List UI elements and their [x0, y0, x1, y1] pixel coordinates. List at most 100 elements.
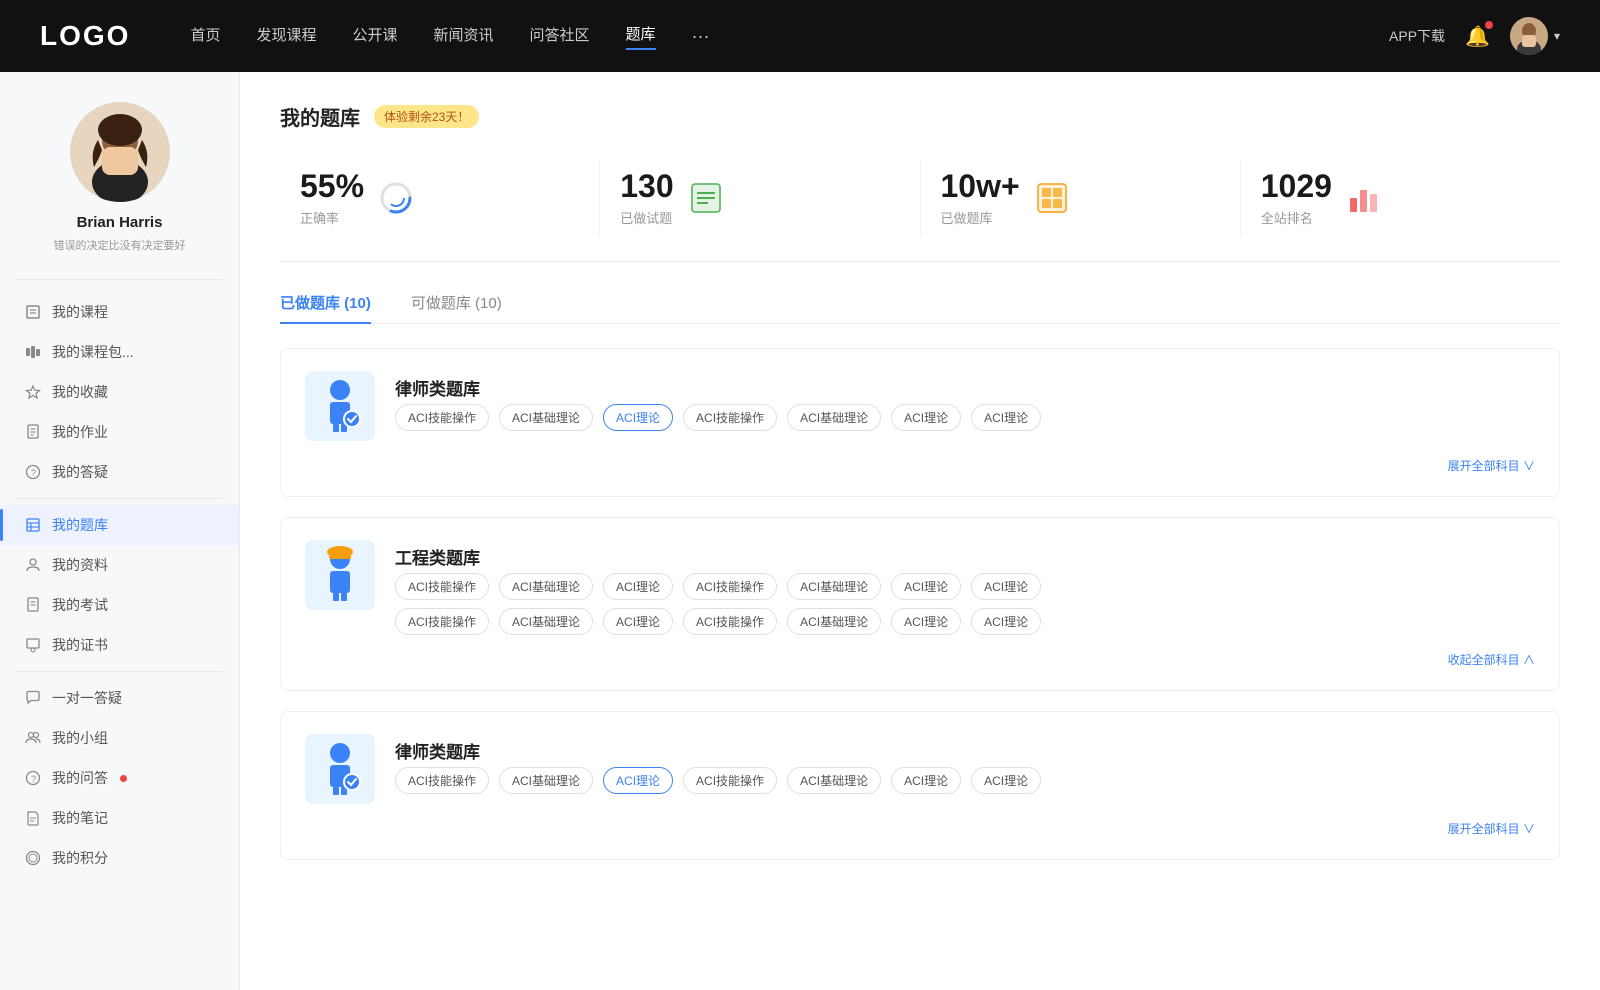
- tab-done-banks[interactable]: 已做题库 (10): [280, 292, 371, 323]
- sidebar-item-my-collection[interactable]: 我的收藏: [0, 372, 239, 412]
- sidebar-label-my-collection: 我的收藏: [52, 382, 108, 402]
- sidebar-label-my-bank: 我的题库: [52, 515, 108, 535]
- tag-law-5[interactable]: ACI理论: [891, 404, 961, 431]
- sidebar-label-my-package: 我的课程包...: [52, 342, 134, 362]
- package-icon: [24, 343, 42, 361]
- collapse-engineering-link[interactable]: 收起全部科目 ∧: [305, 651, 1535, 668]
- tag-eng-r2-2[interactable]: ACI理论: [603, 608, 673, 635]
- sidebar-item-my-cert[interactable]: 我的证书: [0, 625, 239, 665]
- chevron-down-icon: ▾: [1554, 29, 1560, 43]
- sidebar-item-my-bank[interactable]: 我的题库: [0, 505, 239, 545]
- qbank-tags-engineering-r1: ACI技能操作 ACI基础理论 ACI理论 ACI技能操作 ACI基础理论 AC…: [395, 573, 1535, 600]
- sidebar-label-my-info: 我的资料: [52, 555, 108, 575]
- stat-done-value: 130: [620, 169, 673, 204]
- tag-law-0[interactable]: ACI技能操作: [395, 404, 489, 431]
- tag-law-4[interactable]: ACI基础理论: [787, 404, 881, 431]
- main-content: 我的题库 体验剩余23天！ 55% 正确率: [240, 72, 1600, 990]
- nav-open-course[interactable]: 公开课: [352, 24, 397, 49]
- bank-icon: [24, 516, 42, 534]
- sidebar-item-my-info[interactable]: 我的资料: [0, 545, 239, 585]
- sidebar-item-my-package[interactable]: 我的课程包...: [0, 332, 239, 372]
- tag-eng-r2-3[interactable]: ACI技能操作: [683, 608, 777, 635]
- chat-icon: [24, 689, 42, 707]
- sidebar: Brian Harris 错误的决定比没有决定要好 我的课程 我的课程包...: [0, 72, 240, 990]
- nav-menu: 首页 发现课程 公开课 新闻资讯 问答社区 题库 ···: [190, 23, 1389, 50]
- tag-eng-r2-5[interactable]: ACI理论: [891, 608, 961, 635]
- navbar: LOGO 首页 发现课程 公开课 新闻资讯 问答社区 题库 ··· APP下载 …: [0, 0, 1600, 72]
- svg-text:?: ?: [31, 468, 36, 478]
- nav-qa[interactable]: 问答社区: [530, 24, 590, 49]
- sidebar-label-my-points: 我的积分: [52, 848, 108, 868]
- sidebar-menu: 我的课程 我的课程包... 我的收藏 我的作业: [0, 286, 239, 884]
- sidebar-item-my-questions[interactable]: ? 我的问答: [0, 758, 239, 798]
- tag-law2-1[interactable]: ACI基础理论: [499, 767, 593, 794]
- nav-question-bank[interactable]: 题库: [626, 23, 656, 50]
- logo[interactable]: LOGO: [40, 20, 130, 52]
- sidebar-divider-top: [16, 279, 223, 280]
- profile-name: Brian Harris: [77, 214, 163, 231]
- nav-discover[interactable]: 发现课程: [256, 24, 316, 49]
- tag-eng-r2-1[interactable]: ACI基础理论: [499, 608, 593, 635]
- accuracy-chart-icon: [378, 180, 414, 216]
- tag-eng-r2-0[interactable]: ACI技能操作: [395, 608, 489, 635]
- sidebar-item-my-group[interactable]: 我的小组: [0, 718, 239, 758]
- nav-news[interactable]: 新闻资讯: [434, 24, 494, 49]
- sidebar-item-my-qa[interactable]: ? 我的答疑: [0, 452, 239, 492]
- expand-law-link[interactable]: 展开全部科目 ∨: [305, 457, 1535, 474]
- stat-accuracy-label: 正确率: [300, 208, 364, 227]
- sidebar-item-my-points[interactable]: 我的积分: [0, 838, 239, 878]
- sidebar-label-my-group: 我的小组: [52, 728, 108, 748]
- tag-eng-r1-3[interactable]: ACI技能操作: [683, 573, 777, 600]
- notes-icon: [24, 809, 42, 827]
- tag-law2-3[interactable]: ACI技能操作: [683, 767, 777, 794]
- tag-law-1[interactable]: ACI基础理论: [499, 404, 593, 431]
- tag-law2-6[interactable]: ACI理论: [971, 767, 1041, 794]
- stat-ranking: 1029 全站排名: [1241, 159, 1560, 237]
- expand-law2-link[interactable]: 展开全部科目 ∨: [305, 820, 1535, 837]
- tag-eng-r2-4[interactable]: ACI基础理论: [787, 608, 881, 635]
- done-banks-icon: [1034, 180, 1070, 216]
- main-layout: Brian Harris 错误的决定比没有决定要好 我的课程 我的课程包...: [0, 72, 1600, 990]
- qbank-icon-lawyer2: [305, 734, 375, 804]
- sidebar-label-my-homework: 我的作业: [52, 422, 108, 442]
- tag-law-3[interactable]: ACI技能操作: [683, 404, 777, 431]
- app-download-link[interactable]: APP下载: [1389, 26, 1445, 46]
- tag-eng-r1-0[interactable]: ACI技能操作: [395, 573, 489, 600]
- sidebar-item-my-homework[interactable]: 我的作业: [0, 412, 239, 452]
- tag-law-2[interactable]: ACI理论: [603, 404, 673, 431]
- questions-icon: ?: [24, 769, 42, 787]
- tag-eng-r1-1[interactable]: ACI基础理论: [499, 573, 593, 600]
- tag-eng-r1-6[interactable]: ACI理论: [971, 573, 1041, 600]
- tag-law2-2[interactable]: ACI理论: [603, 767, 673, 794]
- sidebar-item-my-course[interactable]: 我的课程: [0, 292, 239, 332]
- tag-law2-5[interactable]: ACI理论: [891, 767, 961, 794]
- nav-more[interactable]: ···: [692, 26, 710, 47]
- tag-eng-r1-4[interactable]: ACI基础理论: [787, 573, 881, 600]
- qbank-header-law2: 律师类题库 ACI技能操作 ACI基础理论 ACI理论 ACI技能操作 ACI基…: [305, 734, 1535, 804]
- notification-bell[interactable]: 🔔: [1465, 24, 1490, 49]
- tag-law-6[interactable]: ACI理论: [971, 404, 1041, 431]
- points-icon: [24, 849, 42, 867]
- profile-section: Brian Harris 错误的决定比没有决定要好: [0, 102, 239, 273]
- tag-eng-r2-6[interactable]: ACI理论: [971, 608, 1041, 635]
- stat-ranking-label: 全站排名: [1261, 208, 1332, 227]
- qbank-name-law: 律师类题库: [395, 371, 1535, 400]
- tag-law2-0[interactable]: ACI技能操作: [395, 767, 489, 794]
- sidebar-item-my-exam[interactable]: 我的考试: [0, 585, 239, 625]
- nav-home[interactable]: 首页: [190, 24, 220, 49]
- tag-eng-r1-2[interactable]: ACI理论: [603, 573, 673, 600]
- tab-available-banks[interactable]: 可做题库 (10): [411, 292, 502, 323]
- tag-law2-4[interactable]: ACI基础理论: [787, 767, 881, 794]
- sidebar-item-my-notes[interactable]: 我的笔记: [0, 798, 239, 838]
- user-avatar-menu[interactable]: ▾: [1510, 17, 1560, 55]
- cert-icon: [24, 636, 42, 654]
- stat-banks-text: 10w+ 已做题库: [941, 169, 1020, 227]
- tag-eng-r1-5[interactable]: ACI理论: [891, 573, 961, 600]
- qbank-tags-law2: ACI技能操作 ACI基础理论 ACI理论 ACI技能操作 ACI基础理论 AC…: [395, 767, 1535, 794]
- sidebar-item-one-on-one[interactable]: 一对一答疑: [0, 678, 239, 718]
- sidebar-label-my-cert: 我的证书: [52, 635, 108, 655]
- red-dot-badge: [120, 775, 127, 782]
- done-questions-icon: [688, 180, 724, 216]
- info-icon: [24, 556, 42, 574]
- stat-accuracy-text: 55% 正确率: [300, 169, 364, 227]
